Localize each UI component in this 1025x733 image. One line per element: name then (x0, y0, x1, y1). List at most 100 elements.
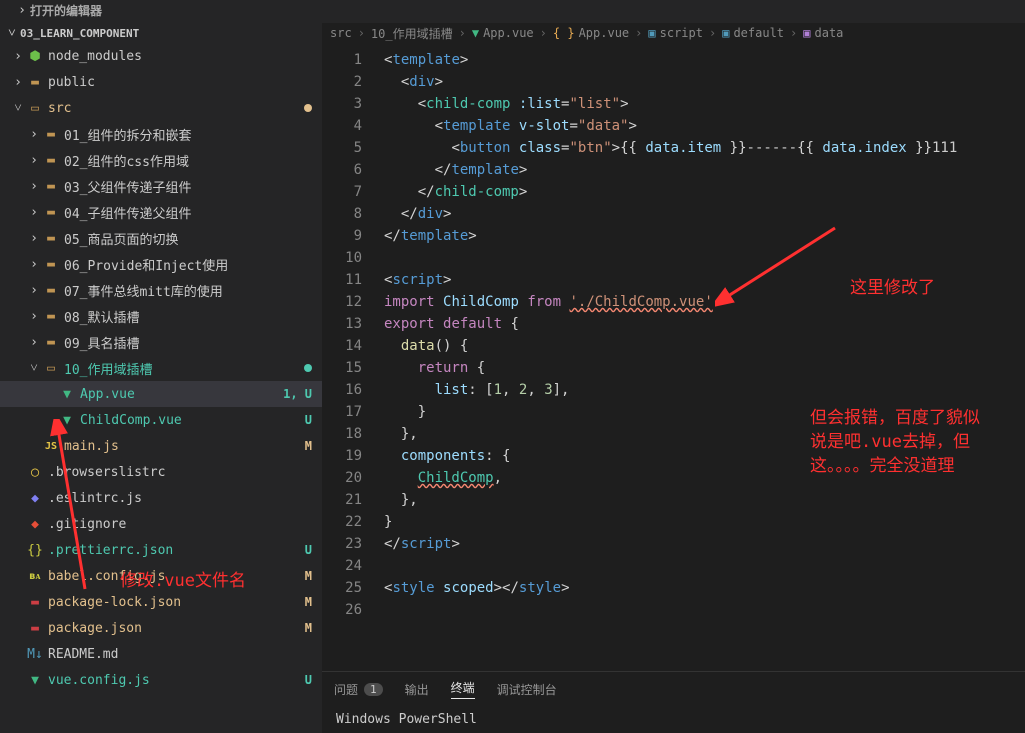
code-editor[interactable]: 1234567891011121314151617181920212223242… (322, 43, 1025, 671)
file-main-js[interactable]: JS main.js M (0, 433, 322, 459)
tab-label: 输出 (405, 681, 429, 698)
folder-label: 05_商品页面的切换 (64, 229, 312, 248)
folder-label: src (48, 101, 304, 116)
breadcrumb-seg[interactable]: src (330, 26, 352, 40)
problems-badge: 1 (364, 683, 383, 696)
tab-terminal[interactable]: 终端 (451, 679, 475, 699)
chevron-down-icon: ˅ (26, 360, 42, 376)
folder-05[interactable]: ›▬05_商品页面的切换 (0, 225, 322, 251)
file-childcomp-vue[interactable]: ▼ ChildComp.vue U (0, 407, 322, 433)
file-pkglock[interactable]: ▬package-lock.jsonM (0, 589, 322, 615)
file-label: main.js (64, 439, 305, 454)
folder-02[interactable]: ›▬02_组件的css作用域 (0, 147, 322, 173)
annotation-arrow-icon (715, 218, 845, 308)
folder-04[interactable]: ›▬04_子组件传递父组件 (0, 199, 322, 225)
tab-label: 问题 (334, 681, 358, 698)
file-tree: › ⬢ node_modules › ▬ public ˅ ▭ src ›▬01… (0, 43, 322, 733)
babel-icon: ʙᴀ (26, 567, 44, 585)
folder-label: 01_组件的拆分和嵌套 (64, 125, 312, 144)
json-icon: {} (26, 541, 44, 559)
editor-pane: src› 10_作用域插槽› ▼App.vue› { }App.vue› ▣sc… (322, 23, 1025, 733)
vue-icon: ▼ (58, 385, 76, 403)
terminal-text: Windows PowerShell (336, 712, 477, 727)
folder-09[interactable]: ›▬09_具名插槽 (0, 329, 322, 355)
breadcrumb-seg[interactable]: 10_作用域插槽 (371, 25, 453, 42)
terminal-tabs: 问题 1 输出 终端 调试控制台 (322, 672, 1025, 706)
git-status-m: M (305, 439, 312, 453)
folder-03[interactable]: ›▬03_父组件传递子组件 (0, 173, 322, 199)
markdown-icon: M↓ (26, 645, 44, 663)
file-gitignore[interactable]: ◆ .gitignore (0, 511, 322, 537)
chevron-right-icon: › (14, 3, 30, 18)
chevron-down-icon: ˅ (10, 100, 26, 116)
method-icon: ▣ (803, 26, 810, 40)
folder-06[interactable]: ›▬06_Provide和Inject使用 (0, 251, 322, 277)
eslint-icon: ◆ (26, 489, 44, 507)
folder-label: 09_具名插槽 (64, 333, 312, 352)
file-label: App.vue (80, 387, 283, 402)
git-status-u: U (305, 413, 312, 427)
terminal-body[interactable]: Windows PowerShell (322, 706, 1025, 733)
breadcrumb-seg[interactable]: App.vue (483, 26, 534, 40)
file-explorer: ˅ 03_LEARN_COMPONENT › ⬢ node_modules › … (0, 23, 322, 733)
file-label: package.json (48, 621, 305, 636)
file-label: .gitignore (48, 517, 312, 532)
breadcrumb-seg[interactable]: default (733, 26, 784, 40)
breadcrumb-bar[interactable]: src› 10_作用域插槽› ▼App.vue› { }App.vue› ▣sc… (322, 23, 1025, 43)
chevron-down-icon: ˅ (4, 25, 20, 41)
folder-open-icon: ▭ (26, 99, 44, 117)
folder-08[interactable]: ›▬08_默认插槽 (0, 303, 322, 329)
file-label: vue.config.js (48, 673, 305, 688)
code-content[interactable]: <template> <div> <child-comp :list="list… (380, 43, 1025, 671)
vue-icon: ▼ (26, 671, 44, 689)
folder-public[interactable]: › ▬ public (0, 69, 322, 95)
folder-label: 08_默认插槽 (64, 307, 312, 326)
open-editors-label: 打开的编辑器 (30, 2, 102, 19)
explorer-project-header[interactable]: ˅ 03_LEARN_COMPONENT (0, 23, 322, 43)
git-status-m: M (305, 621, 312, 635)
terminal-panel: 问题 1 输出 终端 调试控制台 Windows PowerShell (322, 671, 1025, 733)
js-icon: JS (42, 437, 60, 455)
npm-icon: ▬ (26, 619, 44, 637)
file-label: babel.config.js (48, 569, 305, 584)
npm-icon: ▬ (26, 593, 44, 611)
file-browserslist[interactable]: ◯.browserslistrc (0, 459, 322, 485)
git-status-m: M (305, 595, 312, 609)
file-vueconfig[interactable]: ▼ vue.config.jsU (0, 667, 322, 693)
open-editors-row[interactable]: › 打开的编辑器 (0, 0, 1025, 23)
breadcrumb-seg[interactable]: data (815, 26, 844, 40)
git-icon: ◆ (26, 515, 44, 533)
breadcrumb-seg[interactable]: App.vue (579, 26, 630, 40)
chevron-right-icon: › (10, 49, 26, 64)
file-readme[interactable]: M↓README.md (0, 641, 322, 667)
git-modified-dot (304, 104, 312, 112)
folder-icon: ▬ (26, 73, 44, 91)
line-number-gutter: 1234567891011121314151617181920212223242… (322, 43, 380, 671)
git-status-u: U (305, 543, 312, 557)
folder-07[interactable]: ›▬07_事件总线mitt库的使用 (0, 277, 322, 303)
vue-icon: ▼ (58, 411, 76, 429)
folder-node-modules[interactable]: › ⬢ node_modules (0, 43, 322, 69)
folder-label: 02_组件的css作用域 (64, 151, 312, 170)
file-prettier[interactable]: {}.prettierrc.jsonU (0, 537, 322, 563)
tab-problems[interactable]: 问题 1 (334, 681, 383, 698)
folder-01[interactable]: ›▬01_组件的拆分和嵌套 (0, 121, 322, 147)
folder-src[interactable]: ˅ ▭ src (0, 95, 322, 121)
file-babel[interactable]: ʙᴀ babel.config.jsM (0, 563, 322, 589)
git-status-u: U (305, 673, 312, 687)
file-pkg[interactable]: ▬ package.jsonM (0, 615, 322, 641)
folder-10[interactable]: ˅ ▭ 10_作用域插槽 (0, 355, 322, 381)
tab-debug-console[interactable]: 调试控制台 (497, 681, 557, 698)
git-status-m: M (305, 569, 312, 583)
tab-label: 终端 (451, 679, 475, 696)
nodejs-icon: ⬢ (26, 47, 44, 65)
breadcrumb-seg[interactable]: script (660, 26, 703, 40)
file-eslintrc[interactable]: ◆ .eslintrc.js (0, 485, 322, 511)
file-label: .eslintrc.js (48, 491, 312, 506)
file-label: .browserslistrc (48, 465, 312, 480)
tab-output[interactable]: 输出 (405, 681, 429, 698)
folder-label: node_modules (48, 49, 312, 64)
folder-label: 07_事件总线mitt库的使用 (64, 281, 312, 300)
file-app-vue[interactable]: ▼ App.vue 1, U (0, 381, 322, 407)
symbol-icon: ▣ (722, 26, 729, 40)
